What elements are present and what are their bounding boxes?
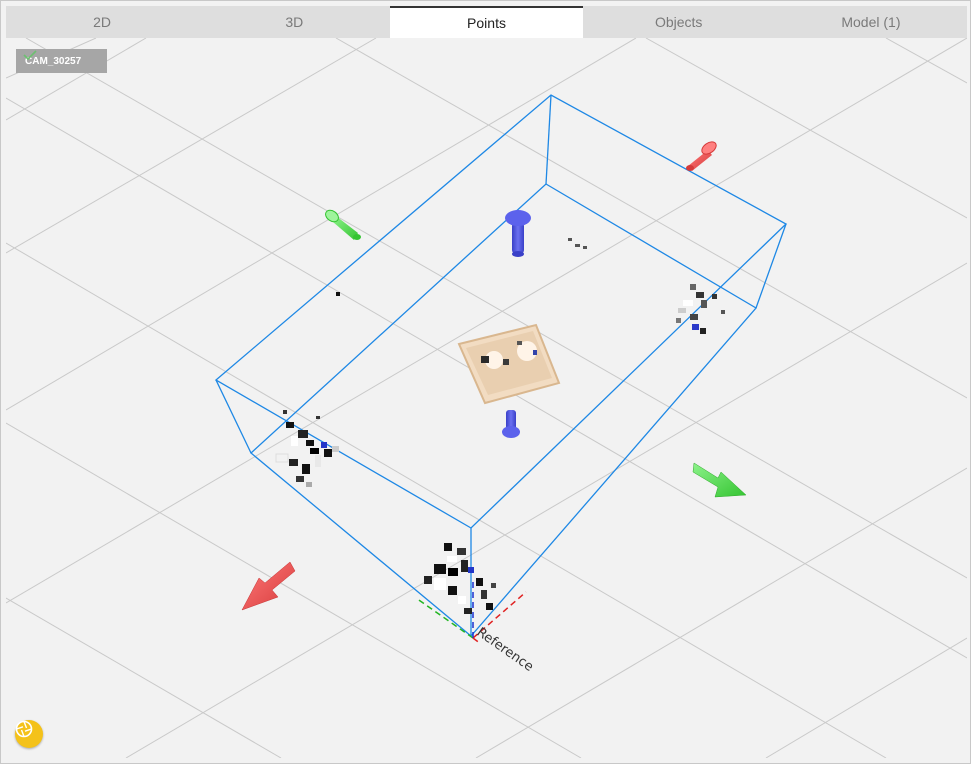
point-cluster-right	[676, 284, 725, 334]
arrow-green-bottom-right[interactable]	[692, 462, 747, 498]
camera-badge[interactable]: CAM_30257	[16, 49, 107, 73]
snapshot-button[interactable]	[15, 720, 43, 748]
app-frame: 2D 3D Points Objects Model (1) Reference…	[0, 0, 971, 764]
tab-model[interactable]: Model (1)	[775, 6, 967, 38]
scanned-object[interactable]	[457, 323, 561, 405]
arrow-red-bottom-left[interactable]	[241, 561, 296, 611]
tab-points[interactable]: Points	[390, 6, 583, 38]
aperture-icon	[15, 720, 33, 738]
arrow-blue-top[interactable]	[505, 210, 531, 257]
view-tabs: 2D 3D Points Objects Model (1)	[6, 6, 967, 38]
3d-viewport[interactable]: Reference CAM_30257	[6, 38, 967, 758]
tab-objects[interactable]: Objects	[583, 6, 775, 38]
tab-3d[interactable]: 3D	[198, 6, 390, 38]
arrow-blue-bottom[interactable]	[502, 410, 520, 438]
arrow-green-top-left[interactable]	[323, 208, 361, 240]
tab-2d[interactable]: 2D	[6, 6, 198, 38]
point-cluster-bottom	[424, 543, 496, 614]
arrow-red-top[interactable]	[686, 139, 718, 171]
check-icon	[23, 50, 37, 61]
scene-canvas[interactable]: Reference	[6, 38, 967, 758]
reference-label: Reference	[474, 625, 536, 675]
